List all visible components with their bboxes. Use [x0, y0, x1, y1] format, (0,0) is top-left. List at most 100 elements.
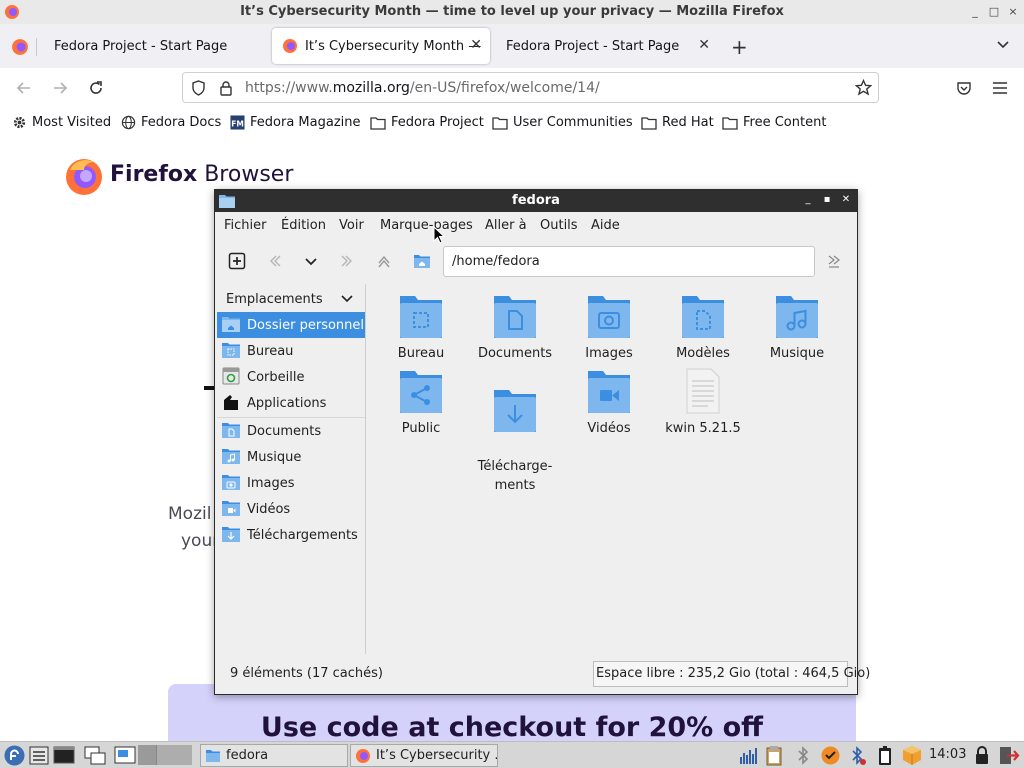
bookmark-fedora-magazine[interactable]: FM Fedora Magazine [230, 115, 361, 130]
file-manager-titlebar[interactable]: fedora _ ▪ ✕ [215, 190, 857, 212]
mouse-cursor-icon [433, 226, 445, 244]
lock-screen-icon[interactable] [974, 745, 990, 766]
tab-cybersecurity-month[interactable]: It’s Cybersecurity Month — ✕ [272, 28, 490, 64]
sidebar-item-musique[interactable]: Musique [217, 444, 365, 470]
firefox-logo-icon [64, 156, 104, 196]
back-icon[interactable] [16, 80, 32, 96]
minimize-button[interactable]: _ [968, 5, 982, 19]
tab-fedora-start-2[interactable]: Fedora Project - Start Page ✕ [492, 28, 718, 64]
tab-close-icon[interactable]: ✕ [470, 37, 482, 53]
sidebar-item-documents[interactable]: Documents [217, 418, 365, 444]
documents-folder-icon [492, 292, 538, 340]
tab-close-icon[interactable]: ✕ [698, 37, 710, 53]
downloads-folder-icon [221, 525, 241, 545]
status-bar: 9 éléments (17 cachés) Espace libre : 23… [215, 654, 870, 694]
menu-aide[interactable]: Aide [591, 218, 620, 233]
forward-icon[interactable] [339, 252, 359, 272]
gear-icon [12, 115, 27, 130]
images-folder-icon [586, 292, 632, 340]
history-chevron-down-icon[interactable] [303, 252, 323, 272]
bookmark-folder-fedora-project[interactable]: Fedora Project [370, 115, 484, 130]
fedora-menu-icon[interactable] [4, 745, 25, 766]
tab-fedora-start-1[interactable]: Fedora Project - Start Page [40, 28, 268, 64]
file-item-videos[interactable]: Vidéos [563, 367, 655, 438]
clock[interactable]: 14:03 [929, 747, 966, 762]
update-notifier-icon[interactable] [820, 745, 841, 766]
parent-folder-icon[interactable] [375, 252, 395, 272]
list-all-tabs-chevron-icon[interactable] [996, 37, 1010, 51]
url-text[interactable]: https://www.mozilla.org/en-US/firefox/we… [245, 80, 600, 96]
maximize-button[interactable]: □ [987, 5, 1001, 19]
home-folder-icon[interactable] [413, 252, 433, 272]
minimize-button[interactable]: _ [801, 193, 815, 207]
maximize-button[interactable]: ▪ [820, 193, 834, 207]
file-item-images[interactable]: Images [563, 292, 655, 363]
hamburger-menu-icon[interactable] [992, 81, 1008, 95]
firefox-view-icon[interactable] [11, 38, 29, 56]
task-firefox[interactable]: It’s Cybersecurity ... [350, 744, 498, 767]
desktop-folder-icon [221, 341, 241, 361]
chevron-down-icon[interactable] [341, 294, 353, 304]
bluetooth-status-icon[interactable] [848, 745, 868, 766]
bookmark-star-icon[interactable] [855, 79, 872, 96]
pocket-icon[interactable] [956, 80, 972, 96]
back-icon[interactable] [265, 252, 285, 272]
file-item-documents[interactable]: Documents [469, 292, 561, 363]
bookmark-most-visited[interactable]: Most Visited [12, 115, 111, 130]
sidebar-item-dossier-personnel[interactable]: Dossier personnel [217, 312, 365, 338]
workspace-3[interactable] [156, 745, 192, 765]
file-item-public[interactable]: Public [375, 367, 467, 438]
url-bar[interactable]: https://www.mozilla.org/en-US/firefox/we… [182, 72, 879, 103]
desktop-1-icon[interactable] [114, 745, 136, 766]
menu-fichier[interactable]: Fichier [224, 218, 267, 233]
menu-edition[interactable]: Édition [281, 218, 326, 233]
location-path[interactable]: /home/fedora [452, 254, 540, 269]
workspace-2[interactable] [138, 745, 156, 765]
menu-voir[interactable]: Voir [339, 218, 364, 233]
sidebar-item-applications[interactable]: Applications [217, 390, 365, 416]
sidebar-item-bureau[interactable]: Bureau [217, 338, 365, 364]
clipboard-icon[interactable] [765, 745, 783, 766]
new-tab-icon[interactable] [228, 252, 248, 272]
package-icon[interactable] [902, 745, 922, 766]
file-item-musique[interactable]: Musique [751, 292, 843, 363]
folder-icon [641, 116, 657, 130]
forward-icon[interactable] [52, 80, 68, 96]
file-item-bureau[interactable]: Bureau [375, 292, 467, 363]
reload-icon[interactable] [88, 80, 104, 96]
file-manager-launcher-icon[interactable] [29, 745, 49, 766]
task-fedora[interactable]: fedora [200, 744, 348, 767]
go-icon[interactable] [826, 252, 846, 272]
sidebar-item-videos[interactable]: Vidéos [217, 496, 365, 522]
lock-icon[interactable] [219, 80, 233, 96]
bluetooth-icon[interactable] [795, 745, 811, 766]
bookmark-fedora-docs[interactable]: Fedora Docs [121, 115, 221, 130]
file-icon-view: Bureau Documents Images Modèles Musique … [367, 284, 857, 654]
battery-icon [877, 745, 893, 766]
file-item-telechargements[interactable]: Télécharge- ments [469, 367, 561, 495]
bookmark-folder-user-communities[interactable]: User Communities [492, 115, 633, 130]
sidebar-item-telechargements[interactable]: Téléchargements [217, 522, 365, 548]
bookmark-folder-red-hat[interactable]: Red Hat [641, 115, 714, 130]
file-item-kwin[interactable]: kwin 5.21.5 [657, 367, 749, 438]
menu-outils[interactable]: Outils [540, 218, 578, 233]
places-header[interactable]: Emplacements [226, 292, 323, 307]
tracking-shield-icon[interactable] [191, 80, 206, 96]
new-tab-icon[interactable]: + [731, 35, 748, 59]
sidebar-item-images[interactable]: Images [217, 470, 365, 496]
navigation-toolbar: https://www.mozilla.org/en-US/firefox/we… [0, 68, 1024, 108]
item-count: 9 éléments (17 cachés) [230, 666, 384, 681]
windows-icon[interactable] [84, 745, 106, 766]
menu-marque-pages[interactable]: Marque-pages [380, 218, 473, 233]
file-item-modeles[interactable]: Modèles [657, 292, 749, 363]
close-button[interactable]: × [1006, 5, 1020, 19]
bookmark-folder-free-content[interactable]: Free Content [722, 115, 826, 130]
location-bar[interactable]: /home/fedora [443, 246, 815, 277]
logout-icon[interactable] [998, 745, 1020, 766]
window-title: It’s Cybersecurity Month — time to level… [240, 4, 784, 19]
menu-bar: Fichier Édition Voir Marque-pages Aller … [215, 212, 857, 240]
close-button[interactable]: ✕ [839, 193, 853, 207]
sidebar-item-corbeille[interactable]: Corbeille [217, 364, 365, 390]
terminal-launcher-icon[interactable] [53, 745, 75, 766]
menu-aller-a[interactable]: Aller à [485, 218, 527, 233]
